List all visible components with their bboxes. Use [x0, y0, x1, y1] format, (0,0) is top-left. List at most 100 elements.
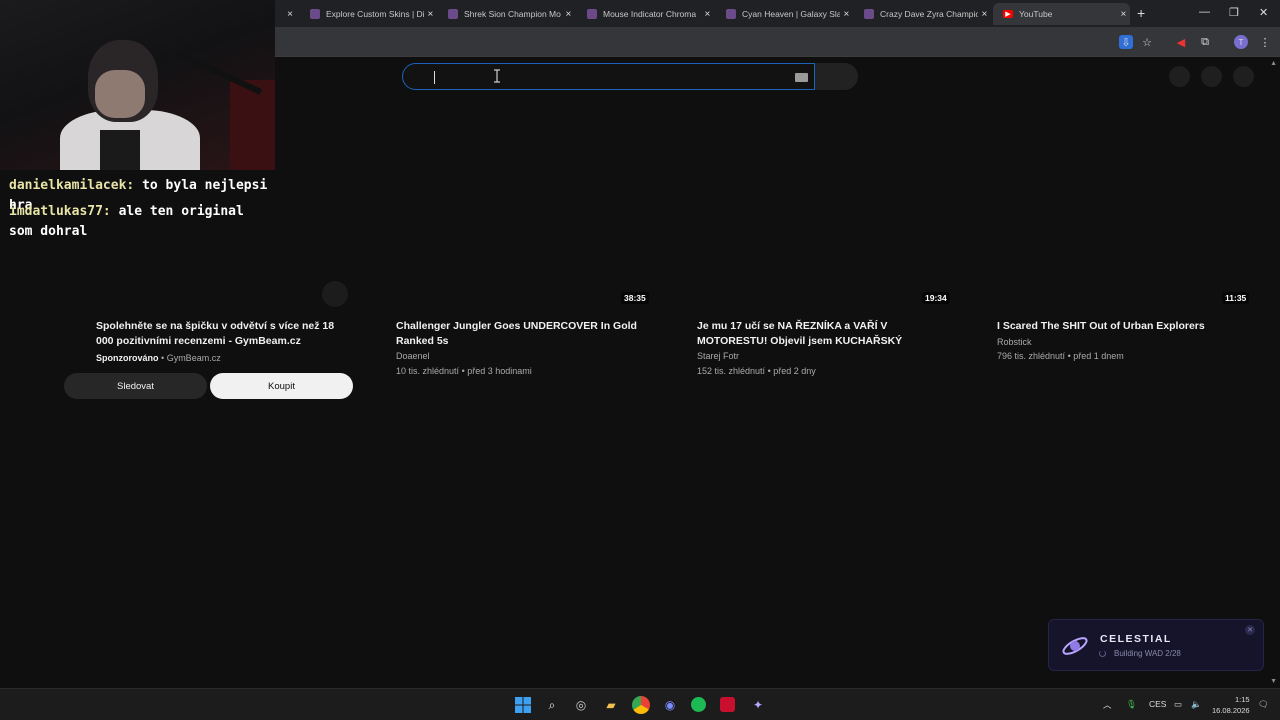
- app-icon[interactable]: ◎: [573, 697, 589, 713]
- windows-start-icon[interactable]: [515, 697, 531, 713]
- close-icon[interactable]: ×: [283, 9, 297, 20]
- tab-crazy-dave-zyra[interactable]: Crazy Dave Zyra Champio ×: [854, 3, 991, 25]
- input-language[interactable]: CES: [1149, 699, 1166, 709]
- tab-explore-custom-skins[interactable]: Explore Custom Skins | Di ×: [300, 3, 437, 25]
- chat-message: imdatlukas77: ale ten original som dohra…: [9, 202, 259, 242]
- tray-overflow-icon[interactable]: ︿: [1103, 699, 1112, 711]
- sponsored-label: Sponzorováno: [96, 353, 159, 363]
- keyboard-icon[interactable]: [795, 73, 808, 82]
- windows-taskbar: ⌕ ◎ ▰ ◉ ✦ ︿ 🎙 CES ▭ 🔈 1:15 16.08.2026 🗨: [0, 688, 1280, 720]
- video-title[interactable]: I Scared The SHIT Out of Urban Explorers: [997, 319, 1242, 334]
- tab-title: Mouse Indicator Chroma: [603, 9, 697, 19]
- video-title[interactable]: Challenger Jungler Goes UNDERCOVER In Go…: [396, 319, 641, 349]
- scroll-down-arrow[interactable]: ▼: [1270, 678, 1277, 685]
- site-favicon-icon: [587, 9, 597, 19]
- text-caret: [434, 71, 435, 84]
- site-favicon-icon: [726, 9, 736, 19]
- site-favicon-icon: [864, 9, 874, 19]
- channel-name[interactable]: Starej Fotr: [697, 350, 739, 363]
- notification-status: Building WAD 2/28: [1114, 649, 1181, 658]
- search-input[interactable]: [402, 63, 815, 90]
- view-count: 152 tis. zhlédnutí: [697, 366, 766, 376]
- webcam-overlay: [0, 0, 275, 170]
- loading-spinner-icon: [1099, 650, 1106, 657]
- tab-title: Shrek Sion Champion Mo: [464, 9, 561, 19]
- tab-title: YouTube: [1019, 9, 1053, 19]
- video-duration: 38:35: [621, 292, 649, 304]
- profile-avatar[interactable]: T: [1234, 35, 1248, 49]
- notification-title: CELESTIAL: [1100, 633, 1172, 645]
- scroll-up-arrow[interactable]: ▲: [1270, 60, 1277, 67]
- meta-separator: •: [1067, 351, 1071, 361]
- celestial-notification[interactable]: CELESTIAL Building WAD 2/28 ✕: [1048, 619, 1264, 671]
- microphone-arm: [177, 51, 263, 95]
- video-stats: 10 tis. zhlédnutí • před 3 hodinami: [396, 365, 532, 378]
- create-button[interactable]: [1169, 66, 1190, 87]
- close-icon[interactable]: ×: [1117, 9, 1130, 20]
- follow-button[interactable]: Sledovat: [64, 373, 207, 399]
- extensions-puzzle-icon[interactable]: ⧉: [1198, 35, 1212, 49]
- chrome-icon[interactable]: [632, 696, 650, 714]
- network-icon[interactable]: ▭: [1174, 699, 1182, 710]
- system-clock[interactable]: 1:15 16.08.2026: [1212, 694, 1250, 716]
- ad-title[interactable]: Spolehněte se na špičku v odvětví s více…: [96, 319, 341, 349]
- restore-icon[interactable]: ❐: [1229, 6, 1239, 19]
- meta-separator: •: [161, 353, 165, 363]
- discord-icon[interactable]: ◉: [662, 697, 678, 713]
- chat-username: imdatlukas77:: [9, 204, 111, 219]
- bookmark-star-icon[interactable]: ☆: [1140, 35, 1154, 49]
- file-explorer-icon[interactable]: ▰: [603, 697, 619, 713]
- site-favicon-icon: [448, 9, 458, 19]
- upload-age: před 1 dnem: [1073, 351, 1124, 361]
- close-icon[interactable]: ×: [701, 9, 714, 20]
- notifications-icon[interactable]: 🗨: [1258, 699, 1269, 710]
- clock-time: 1:15: [1234, 695, 1250, 704]
- menu-kebab-icon[interactable]: ⋮: [1258, 35, 1272, 49]
- spotify-icon[interactable]: [691, 697, 706, 712]
- tab-title: Explore Custom Skins | Di: [326, 9, 424, 19]
- notifications-button[interactable]: [1201, 66, 1222, 87]
- meta-separator: •: [767, 366, 771, 376]
- background-shape: [230, 80, 275, 170]
- text-cursor-icon: [494, 69, 500, 83]
- video-title[interactable]: Je mu 17 učí se NA ŘEZNÍKA a VAŘÍ V MOTO…: [697, 319, 947, 349]
- account-avatar[interactable]: [1233, 66, 1254, 87]
- advertiser-name[interactable]: GymBeam.cz: [167, 353, 221, 363]
- chat-username: danielkamilacek:: [9, 178, 135, 193]
- minimize-icon[interactable]: —: [1199, 6, 1210, 18]
- buy-button[interactable]: Koupit: [210, 373, 353, 399]
- close-icon[interactable]: ×: [978, 9, 991, 20]
- youtube-favicon-icon: ▶: [1003, 10, 1013, 18]
- tab-title: Crazy Dave Zyra Champio: [880, 9, 978, 19]
- tab-youtube[interactable]: ▶ YouTube ×: [993, 3, 1130, 25]
- tab-mouse-indicator[interactable]: Mouse Indicator Chroma ×: [577, 3, 714, 25]
- install-app-icon[interactable]: ⇩: [1119, 35, 1133, 49]
- close-icon[interactable]: ×: [562, 9, 575, 20]
- tab-close-button[interactable]: ×: [275, 3, 297, 25]
- riot-client-icon[interactable]: [720, 697, 735, 712]
- celestial-app-icon[interactable]: ✦: [750, 697, 766, 713]
- view-count: 10 tis. zhlédnutí: [396, 366, 460, 376]
- extension-icon[interactable]: ◀: [1174, 35, 1188, 49]
- new-tab-button[interactable]: +: [1137, 5, 1145, 21]
- close-icon[interactable]: ×: [840, 9, 853, 20]
- channel-name[interactable]: Robstick: [997, 336, 1032, 349]
- tab-cyan-heaven[interactable]: Cyan Heaven | Galaxy Slay ×: [716, 3, 853, 25]
- tab-shrek-sion[interactable]: Shrek Sion Champion Mo ×: [438, 3, 575, 25]
- search-icon[interactable]: ⌕: [544, 697, 560, 713]
- streamer-face: [95, 70, 145, 118]
- video-duration: 19:34: [922, 292, 950, 304]
- close-icon[interactable]: ×: [424, 9, 437, 20]
- channel-name[interactable]: Doaenel: [396, 350, 430, 363]
- upload-age: před 3 hodinami: [467, 366, 532, 376]
- celestial-logo-icon: [1062, 637, 1088, 655]
- volume-icon[interactable]: 🔈: [1191, 699, 1202, 710]
- clock-date: 16.08.2026: [1212, 706, 1250, 715]
- site-favicon-icon: [310, 9, 320, 19]
- window-close-icon[interactable]: ✕: [1259, 6, 1268, 19]
- microphone-icon[interactable]: 🎙: [1126, 699, 1137, 710]
- close-icon[interactable]: ✕: [1245, 625, 1255, 635]
- ad-sponsor-line: Sponzorováno • GymBeam.cz: [96, 352, 221, 365]
- ad-menu-button[interactable]: [322, 281, 348, 307]
- search-button[interactable]: [815, 63, 858, 90]
